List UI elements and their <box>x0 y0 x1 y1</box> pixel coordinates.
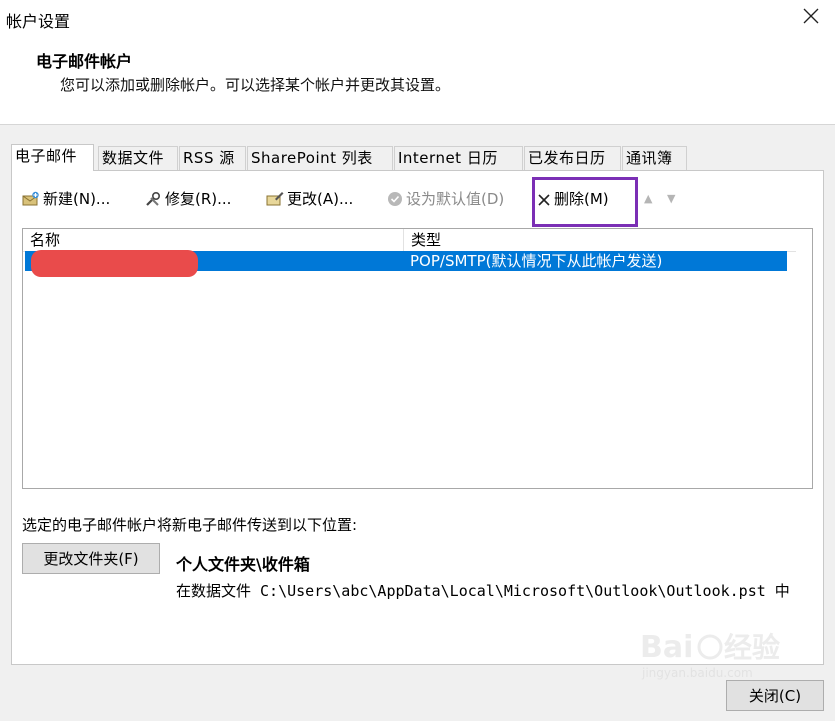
close-button[interactable]: 关闭(C) <box>726 680 824 711</box>
tab-rss-feeds[interactable]: RSS 源 <box>179 146 246 170</box>
tab-published-calendars[interactable]: 已发布日历 <box>524 146 621 170</box>
move-up-icon[interactable]: ▲ <box>644 187 652 211</box>
check-circle-icon <box>388 192 402 206</box>
delivery-folder: 个人文件夹\收件箱 <box>176 555 310 574</box>
dialog-header: 电子邮件帐户 您可以添加或删除帐户。可以选择某个帐户并更改其设置。 <box>0 36 835 124</box>
edit-account-icon <box>266 192 284 206</box>
header-title: 电子邮件帐户 <box>36 52 133 71</box>
account-name-cell <box>25 250 405 277</box>
new-account-label: 新建(N)... <box>43 190 111 208</box>
header-subtitle: 您可以添加或删除帐户。可以选择某个帐户并更改其设置。 <box>60 76 451 94</box>
column-header-type[interactable]: 类型 <box>404 229 796 251</box>
svg-text:jingyan.baidu.com: jingyan.baidu.com <box>641 666 753 680</box>
dialog-body: 电子邮件 数据文件 RSS 源 SharePoint 列表 Internet 日… <box>0 124 835 721</box>
repair-button[interactable]: 修复(R)... <box>144 187 231 211</box>
remove-account-label: 删除(M) <box>554 190 609 208</box>
change-folder-button[interactable]: 更改文件夹(F) <box>22 543 160 574</box>
column-header-name[interactable]: 名称 <box>23 229 404 251</box>
change-account-button[interactable]: 更改(A)... <box>266 187 353 211</box>
delivery-label: 选定的电子邮件帐户将新电子邮件传送到以下位置: <box>22 516 358 534</box>
redaction-overlay <box>31 250 198 277</box>
table-row[interactable]: POP/SMTP(默认情况下从此帐户发送) <box>25 250 787 277</box>
account-type-cell: POP/SMTP(默认情况下从此帐户发送) <box>410 252 663 270</box>
tab-email[interactable]: 电子邮件 <box>11 144 94 171</box>
account-list-header: 名称 类型 <box>23 229 796 252</box>
new-account-button[interactable]: 新建(N)... <box>22 187 110 211</box>
remove-account-button[interactable]: 删除(M) <box>537 187 609 211</box>
tab-data-files[interactable]: 数据文件 <box>98 146 178 170</box>
change-account-label: 更改(A)... <box>287 190 354 208</box>
remove-x-icon <box>538 194 550 206</box>
title-bar: 帐户设置 <box>0 0 835 36</box>
close-icon[interactable] <box>801 6 821 26</box>
set-default-label: 设为默认值(D) <box>406 190 505 208</box>
set-default-button[interactable]: 设为默认值(D) <box>387 187 504 211</box>
wrench-icon <box>146 191 161 206</box>
delivery-path: 在数据文件 C:\Users\abc\AppData\Local\Microso… <box>176 582 790 600</box>
repair-label: 修复(R)... <box>165 190 232 208</box>
new-account-icon <box>22 191 39 206</box>
tab-sharepoint-lists[interactable]: SharePoint 列表 <box>247 146 393 170</box>
move-down-icon[interactable]: ▼ <box>667 187 675 211</box>
account-list: 名称 类型 POP/SMTP(默认情况下从此帐户发送) <box>22 228 813 489</box>
tab-internet-calendars[interactable]: Internet 日历 <box>394 146 523 170</box>
tab-address-books[interactable]: 通讯簿 <box>622 146 687 170</box>
window-title: 帐户设置 <box>6 12 71 31</box>
